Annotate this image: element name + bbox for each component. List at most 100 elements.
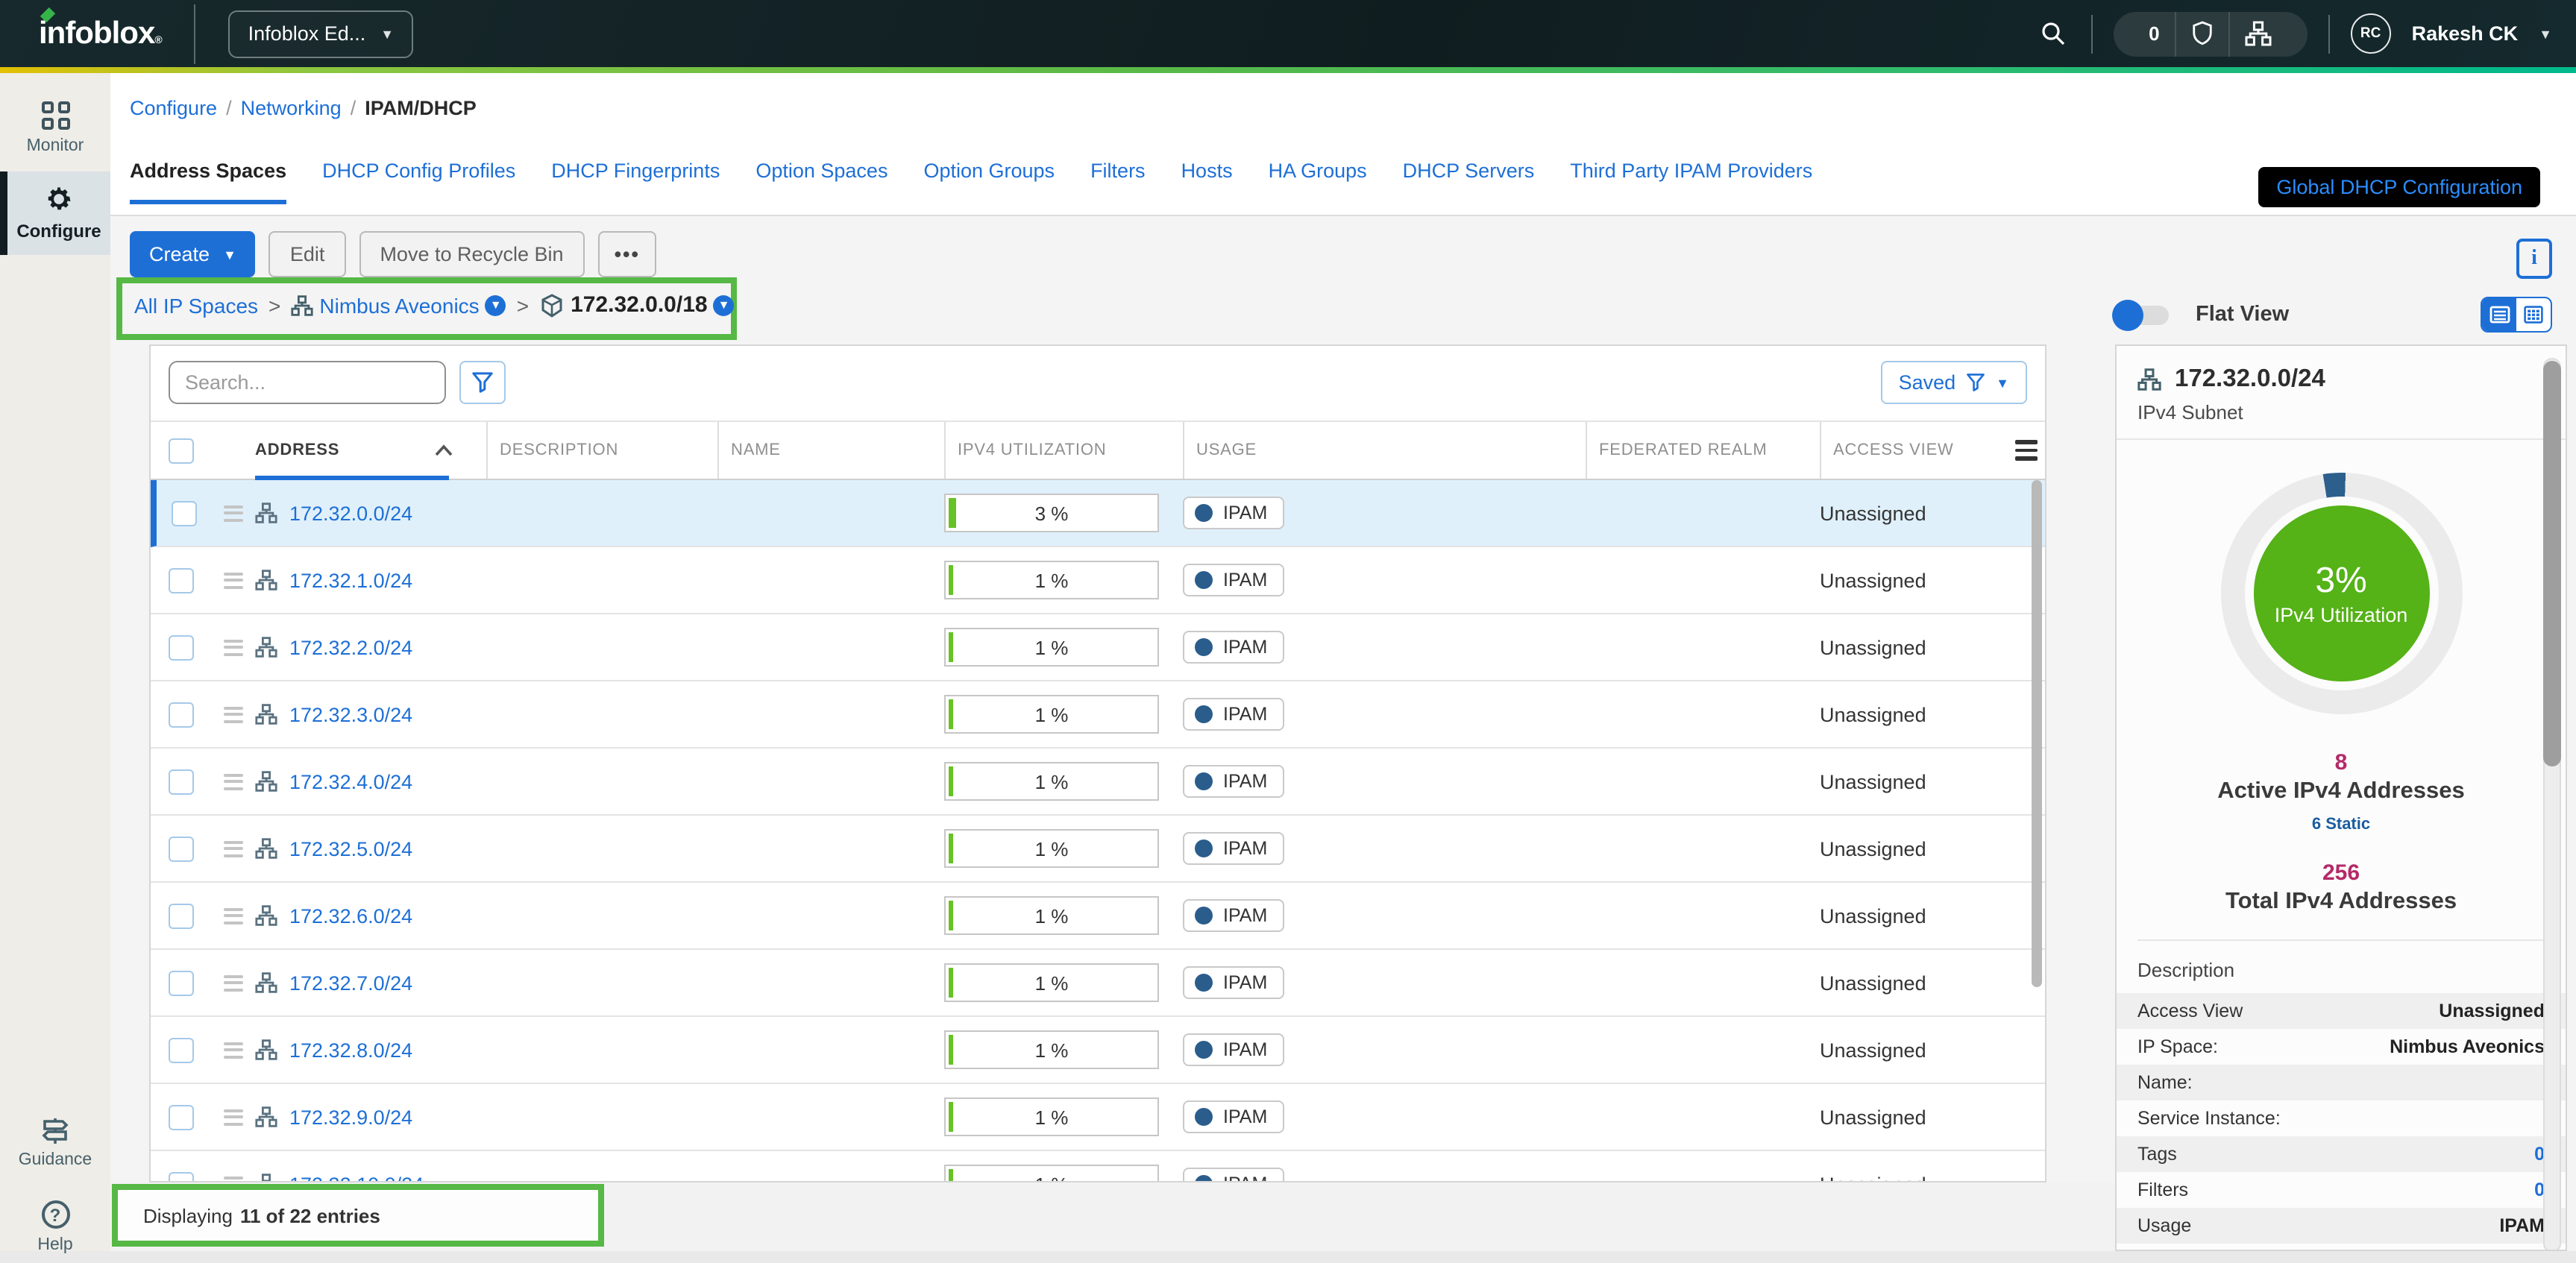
sidebar-item-configure[interactable]: Configure	[0, 171, 110, 255]
sidebar-item-guidance[interactable]: Guidance	[0, 1106, 110, 1178]
select-all-checkbox[interactable]	[168, 438, 193, 463]
edit-button[interactable]: Edit	[269, 231, 346, 277]
row-checkbox[interactable]	[168, 1104, 193, 1130]
drag-handle-icon[interactable]	[223, 639, 242, 655]
row-checkbox[interactable]	[171, 500, 196, 526]
table-row[interactable]: 172.32.5.0/241 %IPAMUnassigned	[151, 816, 2045, 883]
notification-count[interactable]: 0	[2134, 11, 2174, 56]
product-switcher-dropdown[interactable]: Infoblox Ed...▼	[229, 10, 413, 57]
address-link[interactable]: 172.32.2.0/24	[289, 636, 412, 658]
address-link[interactable]: 172.32.1.0/24	[289, 569, 412, 591]
table-row[interactable]: 172.32.9.0/241 %IPAMUnassigned	[151, 1084, 2045, 1151]
filter-funnel-button[interactable]	[459, 361, 506, 404]
table-row[interactable]: 172.32.7.0/241 %IPAMUnassigned	[151, 950, 2045, 1017]
column-header-access-view[interactable]: ACCESS VIEW	[1820, 422, 2006, 479]
breadcrumb-networking[interactable]: Networking	[241, 97, 342, 119]
ip-space-dropdown-icon[interactable]: ▼	[486, 295, 506, 315]
address-link[interactable]: 172.32.6.0/24	[289, 904, 412, 927]
row-checkbox[interactable]	[168, 702, 193, 727]
table-row[interactable]: 172.32.3.0/241 %IPAMUnassigned	[151, 681, 2045, 749]
tab-dhcp-servers[interactable]: DHCP Servers	[1403, 160, 1535, 204]
table-row[interactable]: 172.32.8.0/241 %IPAMUnassigned	[151, 1017, 2045, 1084]
tab-dhcp-fingerprints[interactable]: DHCP Fingerprints	[551, 160, 720, 204]
drag-handle-icon[interactable]	[223, 1109, 242, 1125]
address-link[interactable]: 172.32.8.0/24	[289, 1039, 412, 1061]
shield-icon[interactable]	[2175, 11, 2228, 56]
sitemap-icon[interactable]	[2228, 11, 2287, 56]
column-settings-icon[interactable]	[2014, 441, 2037, 461]
page-header: Configure/Networking/IPAM/DHCP Address S…	[110, 73, 2576, 216]
info-icon[interactable]: i	[2516, 239, 2552, 279]
sidebar-item-help[interactable]: ? Help	[0, 1191, 110, 1263]
column-header-federated-realm[interactable]: FEDERATED REALM	[1586, 422, 1820, 479]
column-header-address[interactable]: ADDRESS	[255, 422, 486, 479]
drag-handle-icon[interactable]	[223, 974, 242, 991]
row-checkbox[interactable]	[168, 769, 193, 794]
global-dhcp-configuration-button[interactable]: Global DHCP Configuration	[2258, 167, 2540, 207]
address-link[interactable]: 172.32.4.0/24	[289, 770, 412, 793]
row-checkbox[interactable]	[168, 634, 193, 660]
column-header-description[interactable]: DESCRIPTION	[486, 422, 717, 479]
row-checkbox[interactable]	[168, 836, 193, 861]
table-scrollbar[interactable]	[2032, 480, 2042, 987]
all-ip-spaces-link[interactable]: All IP Spaces	[134, 293, 258, 317]
drag-handle-icon[interactable]	[223, 907, 242, 924]
column-header-name[interactable]: NAME	[717, 422, 944, 479]
drag-handle-icon[interactable]	[223, 572, 242, 588]
address-link[interactable]: 172.32.9.0/24	[289, 1106, 412, 1128]
table-row[interactable]: 172.32.4.0/241 %IPAMUnassigned	[151, 749, 2045, 816]
tab-dhcp-config-profiles[interactable]: DHCP Config Profiles	[322, 160, 515, 204]
tab-filters[interactable]: Filters	[1090, 160, 1146, 204]
tab-address-spaces[interactable]: Address Spaces	[130, 160, 286, 204]
user-menu-chevron-icon[interactable]: ▼	[2539, 26, 2552, 41]
static-addresses-link[interactable]: 6 Static	[2117, 816, 2566, 834]
tab-hosts[interactable]: Hosts	[1181, 160, 1233, 204]
drag-handle-icon[interactable]	[223, 840, 242, 857]
help-icon: ?	[41, 1200, 69, 1229]
row-checkbox[interactable]	[168, 970, 193, 995]
avatar[interactable]: RC	[2351, 13, 2391, 54]
drag-handle-icon[interactable]	[223, 1042, 242, 1058]
drag-handle-icon[interactable]	[223, 505, 242, 521]
subnet-dropdown-icon[interactable]: ▼	[714, 295, 735, 315]
grid-view-button[interactable]	[2516, 298, 2551, 331]
table-row[interactable]: 172.32.6.0/241 %IPAMUnassigned	[151, 883, 2045, 950]
row-checkbox[interactable]	[168, 1171, 193, 1182]
drag-handle-icon[interactable]	[223, 773, 242, 790]
address-link[interactable]: 172.32.0.0/24	[289, 502, 412, 524]
global-search-icon[interactable]	[2037, 17, 2070, 50]
user-name[interactable]: Rakesh CK	[2412, 22, 2519, 45]
drag-handle-icon[interactable]	[223, 1176, 242, 1182]
search-input[interactable]	[169, 361, 446, 404]
panel-scrollbar-thumb[interactable]	[2543, 361, 2561, 766]
create-button[interactable]: Create▼	[130, 231, 256, 277]
row-checkbox[interactable]	[168, 1037, 193, 1062]
table-row[interactable]: 172.32.2.0/241 %IPAMUnassigned	[151, 614, 2045, 681]
tab-third-party-ipam-providers[interactable]: Third Party IPAM Providers	[1570, 160, 1812, 204]
more-actions-button[interactable]: •••	[598, 231, 656, 277]
move-to-recycle-bin-button[interactable]: Move to Recycle Bin	[359, 231, 584, 277]
row-checkbox[interactable]	[168, 903, 193, 928]
column-header-usage[interactable]: USAGE	[1183, 422, 1586, 479]
ip-space-link[interactable]: Nimbus Aveonics	[319, 293, 479, 317]
access-view-cell: Unassigned	[1820, 703, 1926, 725]
address-link[interactable]: 172.32.7.0/24	[289, 971, 412, 994]
row-checkbox[interactable]	[168, 567, 193, 593]
saved-filters-button[interactable]: Saved ▼	[1881, 361, 2027, 404]
drag-handle-icon[interactable]	[223, 706, 242, 722]
table-row[interactable]: 172.32.0.0/243 %IPAMUnassigned	[151, 480, 2045, 547]
breadcrumb-configure[interactable]: Configure	[130, 97, 217, 119]
federated-realm-cell	[1586, 1084, 1820, 1150]
address-link[interactable]: 172.32.5.0/24	[289, 837, 412, 860]
tab-option-groups[interactable]: Option Groups	[923, 160, 1055, 204]
column-header-ipv4-utilization[interactable]: IPV4 UTILIZATION	[944, 422, 1183, 479]
list-view-button[interactable]	[2482, 298, 2516, 331]
tab-ha-groups[interactable]: HA Groups	[1269, 160, 1367, 204]
address-link[interactable]: 172.32.3.0/24	[289, 703, 412, 725]
sidebar-item-monitor[interactable]: Monitor	[0, 92, 110, 164]
address-link[interactable]: 172.32.10.0/24	[289, 1173, 424, 1182]
table-row[interactable]: 172.32.10.0/241 %IPAMUnassigned	[151, 1151, 2045, 1182]
table-row[interactable]: 172.32.1.0/241 %IPAMUnassigned	[151, 547, 2045, 614]
tab-option-spaces[interactable]: Option Spaces	[755, 160, 888, 204]
flat-view-toggle[interactable]	[2115, 305, 2169, 324]
